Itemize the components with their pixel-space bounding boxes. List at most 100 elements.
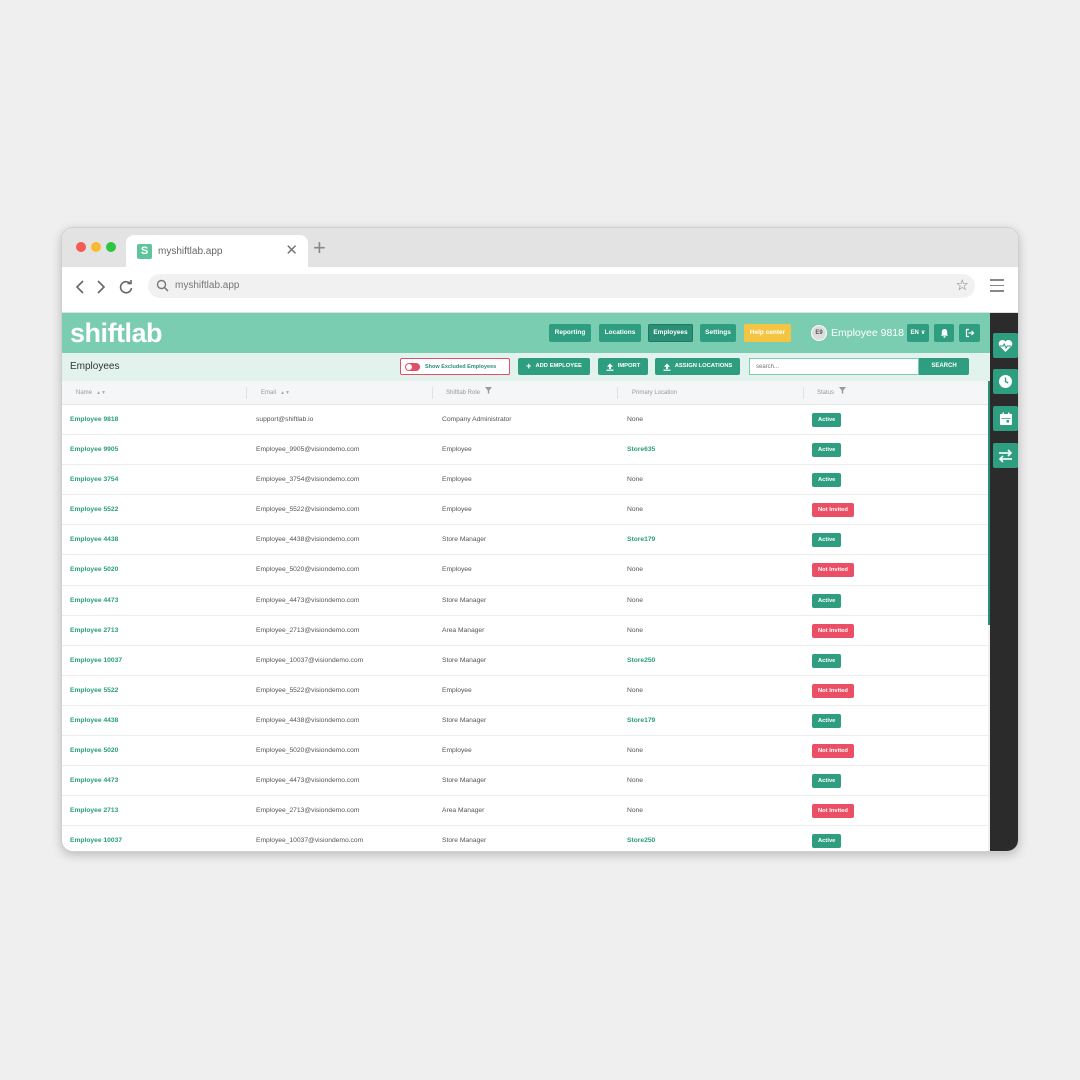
filter-icon[interactable] bbox=[484, 387, 492, 394]
table-row[interactable]: Employee 2713 Employee_2713@visiondemo.co… bbox=[62, 615, 988, 646]
maximize-window-button[interactable] bbox=[106, 242, 116, 252]
close-window-button[interactable] bbox=[76, 242, 86, 252]
primary-location: None bbox=[627, 807, 643, 815]
tab-bar: S myshiftlab.app ✕ + bbox=[62, 228, 1018, 267]
employee-email: Employee_10037@visiondemo.com bbox=[256, 656, 364, 664]
table-row[interactable]: Employee 5020 Employee_5020@visiondemo.co… bbox=[62, 555, 988, 586]
new-tab-icon[interactable]: + bbox=[313, 236, 326, 260]
primary-location: None bbox=[627, 626, 643, 634]
column-header-name[interactable]: Name ▲▼ bbox=[76, 381, 106, 405]
schedule-button[interactable] bbox=[993, 406, 1018, 431]
assign-locations-label: ASSIGN LOCATIONS bbox=[674, 363, 733, 369]
browser-window: S myshiftlab.app ✕ + myshiftlab.app ☆ sh… bbox=[61, 227, 1019, 852]
primary-location[interactable]: Store250 bbox=[627, 646, 655, 676]
table-row[interactable]: Employee 4473 Employee_4473@visiondemo.co… bbox=[62, 766, 988, 797]
table-row[interactable]: Employee 3754 Employee_3754@visiondemo.co… bbox=[62, 465, 988, 496]
table-row[interactable]: Employee 10037 Employee_10037@visiondemo.… bbox=[62, 645, 988, 676]
search-button[interactable]: SEARCH bbox=[919, 358, 969, 375]
nav-employees[interactable]: Employees bbox=[648, 324, 693, 342]
employee-name-link[interactable]: Employee 5522 bbox=[70, 495, 118, 525]
employee-name-link[interactable]: Employee 10037 bbox=[70, 826, 122, 851]
filter-icon[interactable] bbox=[838, 387, 846, 394]
primary-location[interactable]: Store250 bbox=[627, 826, 655, 851]
import-button[interactable]: IMPORT bbox=[598, 358, 648, 375]
table-row[interactable]: Employee 5522 Employee_5522@visiondemo.co… bbox=[62, 495, 988, 526]
employee-email: Employee_10037@visiondemo.com bbox=[256, 837, 364, 845]
nav-locations[interactable]: Locations bbox=[599, 324, 641, 342]
status-badge: Active bbox=[812, 413, 842, 427]
table-row[interactable]: Employee 4473 Employee_4473@visiondemo.co… bbox=[62, 585, 988, 616]
table-row[interactable]: Employee 4438 Employee_4438@visiondemo.co… bbox=[62, 525, 988, 556]
language-select[interactable]: EN ∨ bbox=[907, 324, 929, 342]
column-header-status[interactable]: Status bbox=[817, 381, 846, 405]
primary-location: None bbox=[627, 596, 643, 604]
sort-icon[interactable]: ▲▼ bbox=[280, 390, 290, 396]
chevron-down-icon: ∨ bbox=[920, 330, 926, 336]
shiftlab-logo[interactable]: shiftlab bbox=[70, 316, 163, 350]
employee-name-link[interactable]: Employee 3754 bbox=[70, 465, 118, 495]
health-button[interactable] bbox=[993, 333, 1018, 358]
column-header-location[interactable]: Primary Location bbox=[632, 381, 677, 405]
employee-name-link[interactable]: Employee 5522 bbox=[70, 676, 118, 706]
time-clock-button[interactable] bbox=[993, 369, 1018, 394]
tab-close-icon[interactable]: ✕ bbox=[285, 242, 298, 260]
employee-name-link[interactable]: Employee 2713 bbox=[70, 796, 118, 826]
sort-icon[interactable]: ▲▼ bbox=[96, 390, 106, 396]
primary-location[interactable]: Store635 bbox=[627, 435, 655, 465]
table-row[interactable]: Employee 4438 Employee_4438@visiondemo.co… bbox=[62, 705, 988, 737]
employee-name-link[interactable]: Employee 9905 bbox=[70, 435, 118, 465]
user-menu[interactable]: E9 Employee 9818 bbox=[811, 324, 904, 342]
bookmark-star-icon[interactable]: ☆ bbox=[956, 277, 969, 295]
browser-tab[interactable]: S myshiftlab.app ✕ bbox=[126, 235, 308, 267]
employee-name-link[interactable]: Employee 5020 bbox=[70, 555, 118, 585]
reload-icon[interactable] bbox=[118, 278, 134, 300]
table-row[interactable]: Employee 10037 Employee_10037@visiondemo.… bbox=[62, 826, 988, 851]
table-row[interactable]: Employee 9905 Employee_9905@visiondemo.co… bbox=[62, 435, 988, 466]
employee-name-link[interactable]: Employee 9818 bbox=[70, 405, 118, 435]
primary-location[interactable]: Store179 bbox=[627, 525, 655, 555]
column-header-email[interactable]: Email ▲▼ bbox=[261, 381, 290, 405]
status-badge: Not Invited bbox=[812, 683, 854, 698]
bell-icon bbox=[940, 329, 948, 338]
favicon-icon: S bbox=[137, 244, 152, 259]
table-row[interactable]: Employee 2713 Employee_2713@visiondemo.co… bbox=[62, 796, 988, 827]
toggle-switch[interactable] bbox=[405, 362, 420, 371]
address-bar[interactable]: myshiftlab.app ☆ bbox=[148, 274, 975, 298]
nav-help-center[interactable]: Help center bbox=[744, 324, 791, 342]
status-badge: Active bbox=[812, 533, 842, 548]
primary-location: None bbox=[627, 416, 643, 423]
back-icon[interactable] bbox=[74, 278, 86, 300]
column-header-role[interactable]: Shiftlab Role bbox=[446, 381, 492, 405]
employee-role: Area Manager bbox=[442, 626, 485, 634]
assign-locations-button[interactable]: ASSIGN LOCATIONS bbox=[655, 358, 740, 375]
minimize-window-button[interactable] bbox=[91, 242, 101, 252]
employee-name-link[interactable]: Employee 4438 bbox=[70, 706, 118, 736]
employee-email: Employee_5522@visiondemo.com bbox=[256, 686, 360, 694]
nav-reporting[interactable]: Reporting bbox=[549, 324, 591, 342]
browser-menu-icon[interactable] bbox=[990, 279, 1004, 296]
primary-location[interactable]: Store179 bbox=[627, 706, 655, 736]
employee-name-link[interactable]: Employee 4473 bbox=[70, 766, 118, 796]
employee-name-link[interactable]: Employee 2713 bbox=[70, 616, 118, 646]
table-row[interactable]: Employee 5522 Employee_5522@visiondemo.co… bbox=[62, 675, 988, 706]
shift-swap-button[interactable] bbox=[993, 443, 1018, 468]
table-row[interactable]: Employee 5020 Employee_5020@visiondemo.co… bbox=[62, 736, 988, 767]
forward-icon[interactable] bbox=[95, 278, 107, 300]
employee-name-link[interactable]: Employee 5020 bbox=[70, 736, 118, 766]
add-employee-button[interactable]: + ADD EMPLOYEE bbox=[518, 358, 590, 375]
notifications-button[interactable] bbox=[934, 324, 954, 342]
status-badge: Active bbox=[812, 834, 842, 849]
employee-email: Employee_2713@visiondemo.com bbox=[256, 807, 360, 815]
employee-role: Employee bbox=[442, 476, 472, 484]
nav-settings[interactable]: Settings bbox=[700, 324, 736, 342]
employee-email: Employee_5020@visiondemo.com bbox=[256, 747, 360, 755]
employee-name-link[interactable]: Employee 10037 bbox=[70, 646, 122, 676]
search-input[interactable] bbox=[749, 358, 919, 375]
show-excluded-toggle[interactable]: Show Excluded Employees bbox=[400, 358, 510, 375]
logout-button[interactable] bbox=[959, 324, 980, 342]
table-row[interactable]: Employee 9818 support@shiftlab.io Company … bbox=[62, 405, 988, 436]
employee-name-link[interactable]: Employee 4438 bbox=[70, 525, 118, 555]
employee-email: support@shiftlab.io bbox=[256, 416, 314, 423]
employee-name-link[interactable]: Employee 4473 bbox=[70, 586, 118, 616]
status-badge: Active bbox=[812, 774, 842, 789]
